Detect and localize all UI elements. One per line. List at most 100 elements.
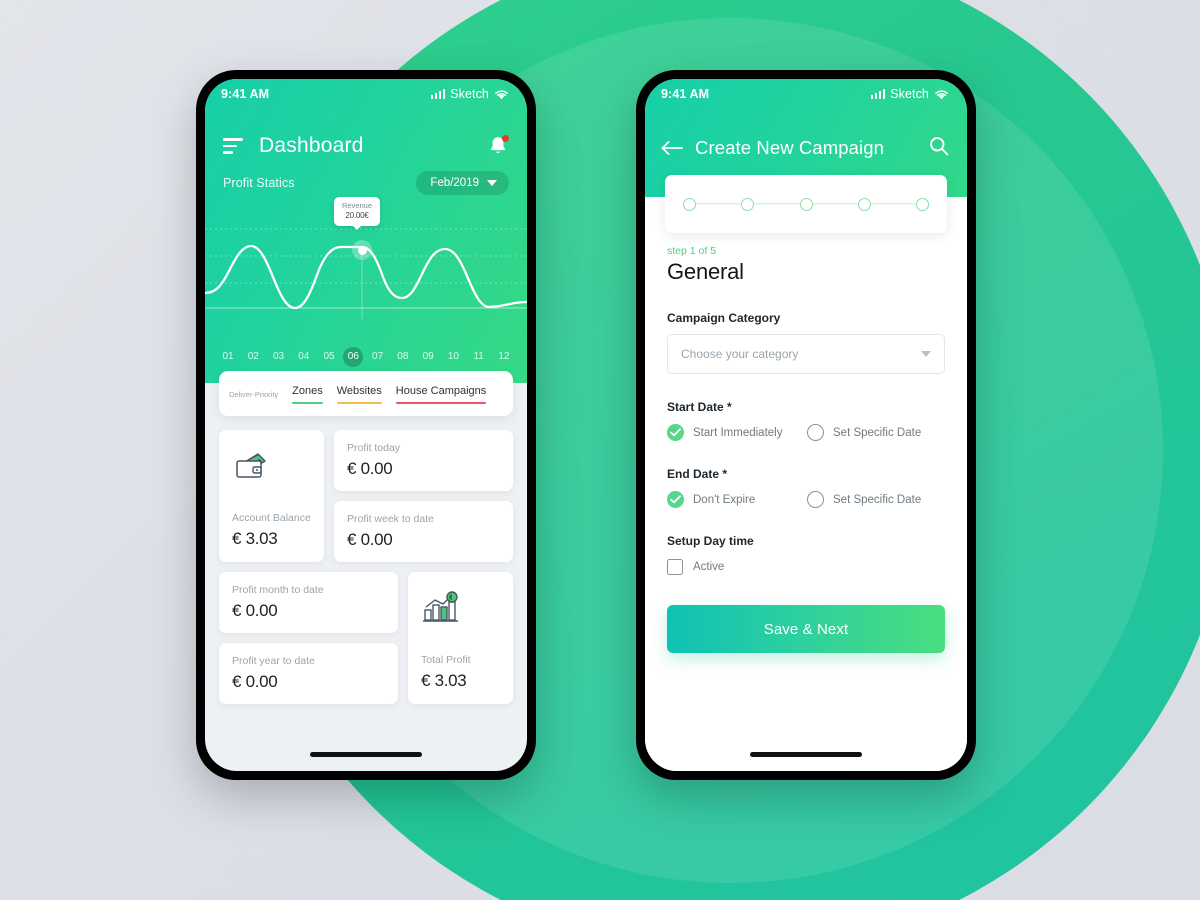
phone-mockup-campaign: 9:41 AM Sketch Create New Campaign step … [636, 70, 976, 780]
tab-label: Deliver-Priority [229, 390, 279, 400]
card-label: Total Profit [421, 654, 471, 667]
card-text: Account Balance € 3.03 [232, 512, 311, 549]
period-selector[interactable]: Feb/2019 [416, 171, 509, 195]
radio-label: Set Specific Date [833, 426, 922, 439]
tooltip-title: Revenue [342, 201, 373, 210]
active-checkbox-label: Active [693, 561, 725, 573]
tab-underline [292, 402, 323, 405]
axis-tick[interactable]: 03 [268, 347, 290, 367]
step-dot-2[interactable] [741, 197, 755, 211]
bar-chart-icon [421, 586, 500, 630]
card-value: € 0.00 [232, 672, 278, 692]
tab-label: House Campaigns [395, 385, 487, 397]
axis-tick[interactable]: 04 [293, 347, 315, 367]
radio-end-specific-date[interactable]: Set Specific Date [807, 491, 921, 508]
axis-tick[interactable]: 09 [417, 347, 439, 367]
stats-label: Profit Statics [223, 176, 295, 190]
hamburger-icon[interactable] [223, 138, 243, 154]
axis-tick-active[interactable]: 06 [343, 347, 364, 367]
active-checkbox[interactable] [667, 559, 683, 575]
radio-dont-expire[interactable]: Don't Expire [667, 491, 807, 508]
radio-checked-icon [667, 424, 684, 441]
status-indicators: Sketch [870, 87, 949, 101]
card-profit-month[interactable]: Profit month to date € 0.00 [219, 572, 398, 634]
card-total-profit[interactable]: Total Profit € 3.03 [408, 572, 513, 705]
radio-unchecked-icon [807, 424, 824, 441]
stats-header-row: Profit Statics Feb/2019 [205, 161, 527, 195]
step-title: General [667, 259, 744, 284]
end-date-label: End Date * [667, 467, 728, 481]
page-title: Dashboard [259, 134, 364, 157]
card-label: Profit week to date [347, 513, 434, 526]
axis-tick[interactable]: 05 [318, 347, 340, 367]
step-dot-5[interactable] [916, 197, 929, 211]
step-dot-1[interactable] [683, 197, 696, 211]
notifications-button[interactable] [487, 134, 509, 158]
tab-house-campaigns[interactable]: House Campaigns [395, 385, 487, 405]
campaign-form: step 1 of 5 General Campaign Category Ch… [645, 197, 967, 771]
tab-underline [395, 402, 487, 405]
step-dot-3[interactable] [799, 197, 813, 211]
status-bar-right: 9:41 AM Sketch [645, 79, 967, 109]
metrics-row-bottom: Profit month to date € 0.00 Profit year … [219, 572, 513, 705]
dashboard-screen: 9:41 AM Sketch Dashboard Profit Statics … [205, 79, 527, 771]
step-dot-4[interactable] [857, 197, 871, 211]
category-tabs: Deliver-Priority Zones Websites House Ca… [219, 371, 513, 417]
tab-zones[interactable]: Zones [292, 385, 323, 405]
phone-mockup-dashboard: 9:41 AM Sketch Dashboard Profit Statics … [196, 70, 536, 780]
card-account-balance[interactable]: Account Balance € 3.03 [219, 430, 324, 563]
chart-active-point[interactable] [352, 240, 372, 260]
axis-tick[interactable]: 10 [442, 347, 464, 367]
wizard-stepper [665, 175, 947, 233]
card-label: Account Balance [232, 512, 311, 525]
chevron-down-icon [487, 180, 497, 186]
tab-underline [336, 402, 382, 405]
card-profit-today[interactable]: Profit today € 0.00 [334, 430, 513, 492]
arrow-left-icon[interactable] [661, 140, 683, 156]
metrics-grid: Account Balance € 3.03 Profit today € 0.… [205, 416, 527, 705]
metrics-column: Profit today € 0.00 Profit week to date … [334, 430, 513, 563]
status-time: 9:41 AM [661, 87, 710, 101]
axis-tick[interactable]: 01 [217, 347, 239, 367]
campaign-category-select[interactable]: Choose your category [667, 334, 945, 374]
dashboard-toolbar: Dashboard [205, 109, 527, 161]
signal-bars-icon [430, 89, 446, 99]
tab-label: Websites [336, 385, 382, 397]
metrics-column: Profit month to date € 0.00 Profit year … [219, 572, 398, 705]
axis-tick[interactable]: 11 [468, 347, 490, 367]
tab-deliver-priority[interactable]: Deliver-Priority [229, 390, 278, 399]
active-checkbox-row: Active [667, 559, 945, 575]
tab-websites[interactable]: Websites [336, 385, 382, 405]
setup-day-time-label: Setup Day time [667, 534, 754, 548]
search-icon[interactable] [929, 136, 949, 161]
axis-tick[interactable]: 08 [392, 347, 414, 367]
card-profit-week[interactable]: Profit week to date € 0.00 [334, 501, 513, 563]
status-indicators: Sketch [430, 87, 509, 101]
profit-chart: Revenue 20.00€ [205, 197, 527, 341]
axis-tick[interactable]: 12 [493, 347, 515, 367]
radio-unchecked-icon [807, 491, 824, 508]
card-text: Total Profit € 3.03 [421, 654, 500, 691]
radio-start-immediately[interactable]: Start Immediately [667, 424, 807, 441]
signal-bars-icon [870, 89, 886, 99]
tab-label: Zones [292, 385, 323, 397]
axis-tick[interactable]: 02 [242, 347, 264, 367]
metrics-row-top: Account Balance € 3.03 Profit today € 0.… [219, 430, 513, 563]
card-value: € 0.00 [347, 459, 393, 479]
card-value: € 0.00 [347, 530, 393, 550]
carrier-label: Sketch [450, 87, 489, 101]
axis-tick[interactable]: 07 [367, 347, 389, 367]
campaign-toolbar: Create New Campaign [645, 109, 967, 165]
status-time: 9:41 AM [221, 87, 270, 101]
save-and-next-button[interactable]: Save & Next [667, 605, 945, 653]
page-title: Create New Campaign [695, 137, 885, 158]
card-label: Profit year to date [232, 655, 315, 668]
home-indicator [310, 752, 422, 757]
card-profit-year[interactable]: Profit year to date € 0.00 [219, 643, 398, 705]
dashboard-header: 9:41 AM Sketch Dashboard Profit Statics … [205, 79, 527, 383]
home-indicator [750, 752, 862, 757]
wallet-icon [232, 444, 311, 488]
start-date-label: Start Date * [667, 400, 732, 414]
campaign-category-label: Campaign Category [667, 311, 781, 325]
radio-start-specific-date[interactable]: Set Specific Date [807, 424, 921, 441]
